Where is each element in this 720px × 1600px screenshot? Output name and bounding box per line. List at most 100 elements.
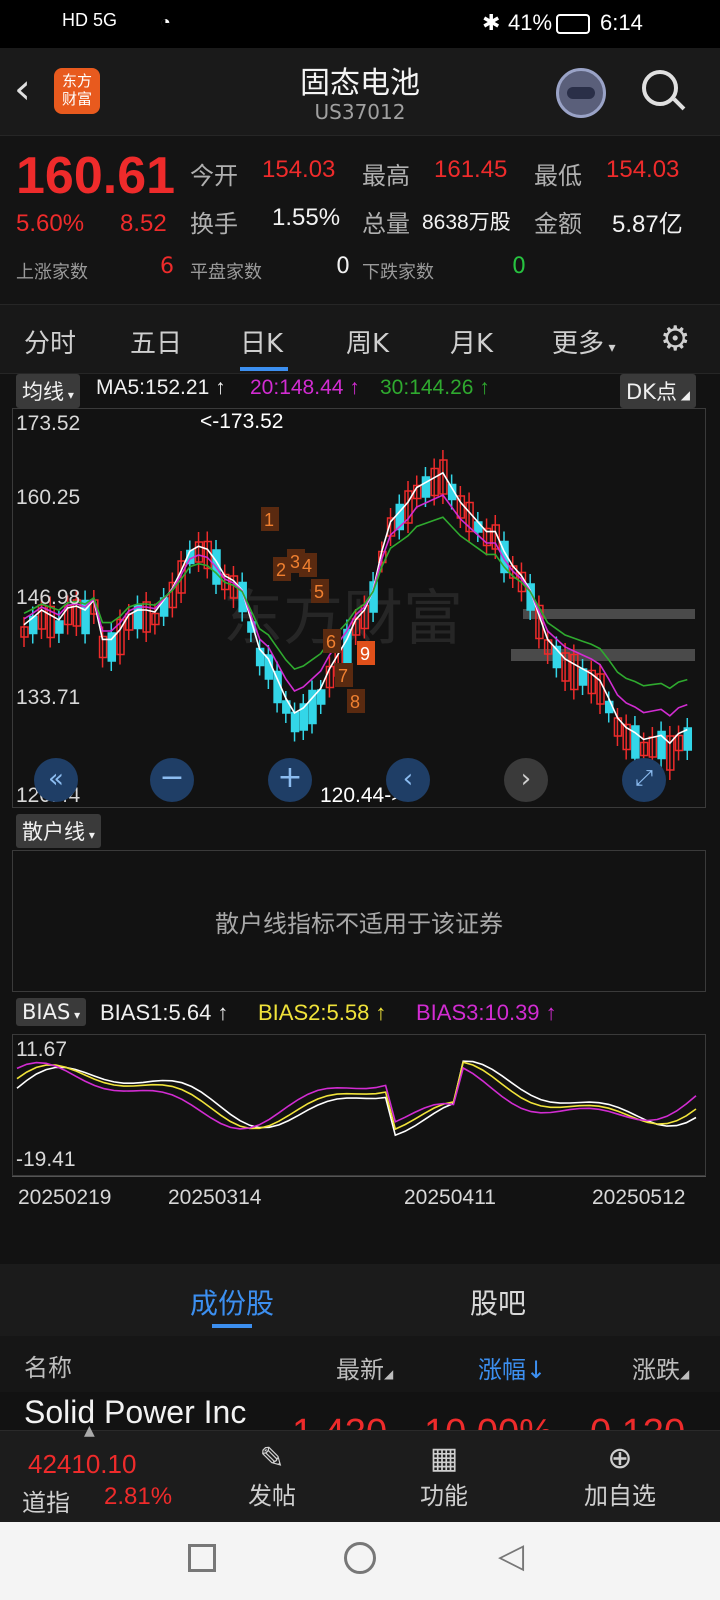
y-tick: 133.71 bbox=[16, 686, 81, 709]
tab-constituents[interactable]: 成份股 bbox=[190, 1282, 274, 1322]
settings-gear-icon[interactable]: ⚙ bbox=[660, 319, 690, 359]
volume-value: 8638万股 bbox=[422, 211, 511, 234]
index-pct: 2.81% bbox=[104, 1483, 173, 1510]
plus-circle-icon: ⊕ bbox=[607, 1441, 633, 1476]
support-band bbox=[511, 649, 695, 661]
ma30-legend: 30:144.26 ↑ bbox=[380, 376, 490, 399]
edit-icon: ✎ bbox=[259, 1441, 285, 1476]
fullscreen-icon[interactable]: ⤢ bbox=[622, 758, 666, 802]
up-count: 6 bbox=[160, 254, 174, 279]
bias-tick: -19.41 bbox=[16, 1148, 76, 1171]
page-title: 固态电池 bbox=[300, 66, 420, 101]
retail-line-selector[interactable]: 散户线 ▾ bbox=[16, 814, 101, 848]
bias3-line bbox=[16, 1061, 697, 1130]
battery-percent: 41% bbox=[508, 10, 553, 35]
robot-assistant-icon[interactable] bbox=[556, 68, 606, 118]
functions-button[interactable]: ▦ 功能 bbox=[384, 1441, 504, 1511]
scroll-right-icon[interactable]: › bbox=[504, 758, 548, 802]
countdown-label: 7 bbox=[338, 666, 348, 686]
back-nav-icon[interactable]: ◁ bbox=[498, 1536, 524, 1576]
support-band bbox=[523, 609, 695, 619]
high-value: 161.45 bbox=[434, 156, 508, 183]
tab-stock-forum[interactable]: 股吧 bbox=[470, 1282, 526, 1322]
tab-weekly-k[interactable]: 周K bbox=[346, 323, 389, 360]
index-value[interactable]: 42410.10 bbox=[28, 1449, 136, 1480]
low-label: 最低 bbox=[534, 162, 582, 190]
candle bbox=[578, 668, 588, 686]
countdown-label: 3 bbox=[290, 552, 300, 572]
index-name: 道指 bbox=[22, 1489, 70, 1517]
tab-intraday[interactable]: 分时 bbox=[24, 323, 76, 360]
header: ‹ 东方 财富 固态电池 US37012 bbox=[0, 48, 720, 136]
row-name: Solid Power Inc bbox=[24, 1394, 247, 1430]
turnover-label: 换手 bbox=[190, 210, 238, 238]
down-count: 0 bbox=[512, 254, 526, 279]
expand-caret-icon[interactable]: ▲ bbox=[84, 1423, 95, 1439]
retail-line-panel: 散户线指标不适用于该证券 bbox=[12, 850, 706, 992]
x-tick: 20250219 bbox=[18, 1186, 112, 1209]
tab-five-day[interactable]: 五日 bbox=[130, 323, 182, 360]
bias-selector[interactable]: BIAS ▾ bbox=[16, 998, 87, 1026]
add-watchlist-button[interactable]: ⊕ 加自选 bbox=[560, 1441, 680, 1511]
candle bbox=[316, 689, 326, 705]
y-tick: 173.52 bbox=[16, 412, 81, 435]
scroll-left-fast-icon[interactable]: « bbox=[34, 758, 78, 802]
candle bbox=[55, 620, 64, 634]
content-tabs: 成份股 股吧 bbox=[0, 1264, 720, 1336]
countdown-label: 4 bbox=[302, 556, 312, 576]
countdown-label: 6 bbox=[326, 632, 336, 652]
tab-more[interactable]: 更多 ▾ bbox=[552, 323, 616, 360]
grid-icon: ▦ bbox=[429, 1441, 459, 1476]
bias1-legend: BIAS1:5.64 ↑ bbox=[100, 1000, 229, 1025]
network-indicator: HD 5G bbox=[62, 10, 118, 30]
col-change[interactable]: 涨跌◢ bbox=[632, 1350, 689, 1385]
kline-panel[interactable]: 东方财富 1 2 3 4 5 6 7 8 9 bbox=[12, 408, 706, 808]
quote-panel: 160.61 5.60% 8.52 今开 154.03 最高 161.45 最低… bbox=[0, 136, 720, 304]
candle bbox=[133, 604, 143, 630]
high-marker: <-173.52 bbox=[200, 410, 284, 433]
bias2-line bbox=[16, 1061, 697, 1131]
date-axis-ticks bbox=[12, 1176, 706, 1184]
status-bar: HD 5G ◔ ✱ 41% 6:14 bbox=[0, 0, 720, 48]
chart-area: 均线 ▾ MA5:152.21 ↑ 20:148.44 ↑ 30:144.26 … bbox=[0, 374, 720, 1264]
wifi-icon: ◔ bbox=[160, 12, 171, 32]
col-change-pct[interactable]: 涨幅↓ bbox=[478, 1350, 546, 1385]
ma5-legend: MA5:152.21 ↑ bbox=[96, 376, 226, 399]
bias-tick: 11.67 bbox=[16, 1038, 67, 1061]
active-tab-indicator bbox=[240, 367, 288, 371]
recent-apps-icon[interactable] bbox=[188, 1544, 216, 1572]
zoom-in-icon[interactable]: + bbox=[268, 758, 312, 802]
x-tick: 20250314 bbox=[168, 1186, 262, 1209]
ma-selector[interactable]: 均线 ▾ bbox=[16, 374, 80, 408]
flat-count: 0 bbox=[336, 254, 350, 279]
bluetooth-icon: ✱ bbox=[482, 10, 501, 35]
bias-panel[interactable] bbox=[12, 1034, 706, 1176]
col-name: 名称 bbox=[24, 1354, 72, 1382]
zoom-out-icon[interactable]: − bbox=[150, 758, 194, 802]
dk-point-selector[interactable]: DK点 ◢ bbox=[620, 374, 696, 408]
col-latest[interactable]: 最新◢ bbox=[336, 1350, 393, 1385]
down-count-label: 下跌家数 bbox=[362, 262, 434, 283]
up-count-label: 上涨家数 bbox=[16, 262, 88, 283]
active-content-tab-indicator bbox=[212, 1324, 252, 1328]
search-icon[interactable] bbox=[642, 70, 686, 111]
bias1-line bbox=[16, 1060, 697, 1137]
post-button[interactable]: ✎ 发帖 bbox=[212, 1441, 332, 1511]
period-tabs: 分时 五日 日K 周K 月K 更多 ▾ ⚙ bbox=[0, 304, 720, 374]
tab-daily-k[interactable]: 日K bbox=[240, 323, 283, 360]
scroll-left-icon[interactable]: ‹ bbox=[386, 758, 430, 802]
y-tick: 160.25 bbox=[16, 486, 81, 509]
list-header: 名称 最新◢ 涨幅↓ 涨跌◢ bbox=[0, 1336, 720, 1392]
tab-monthly-k[interactable]: 月K bbox=[450, 323, 493, 360]
change-amount: 8.52 bbox=[120, 210, 167, 237]
countdown-label: 2 bbox=[276, 560, 286, 580]
retail-line-message: 散户线指标不适用于该证券 bbox=[215, 909, 503, 938]
bias-chart bbox=[16, 1060, 697, 1137]
clock: 6:14 bbox=[600, 10, 643, 35]
home-icon[interactable] bbox=[344, 1542, 376, 1574]
turnover-value: 1.55% bbox=[272, 204, 341, 231]
system-nav-bar: ◁ bbox=[0, 1522, 720, 1600]
amount-value: 5.87亿 bbox=[612, 211, 683, 238]
candle bbox=[255, 647, 265, 667]
countdown-label: 5 bbox=[314, 582, 324, 602]
